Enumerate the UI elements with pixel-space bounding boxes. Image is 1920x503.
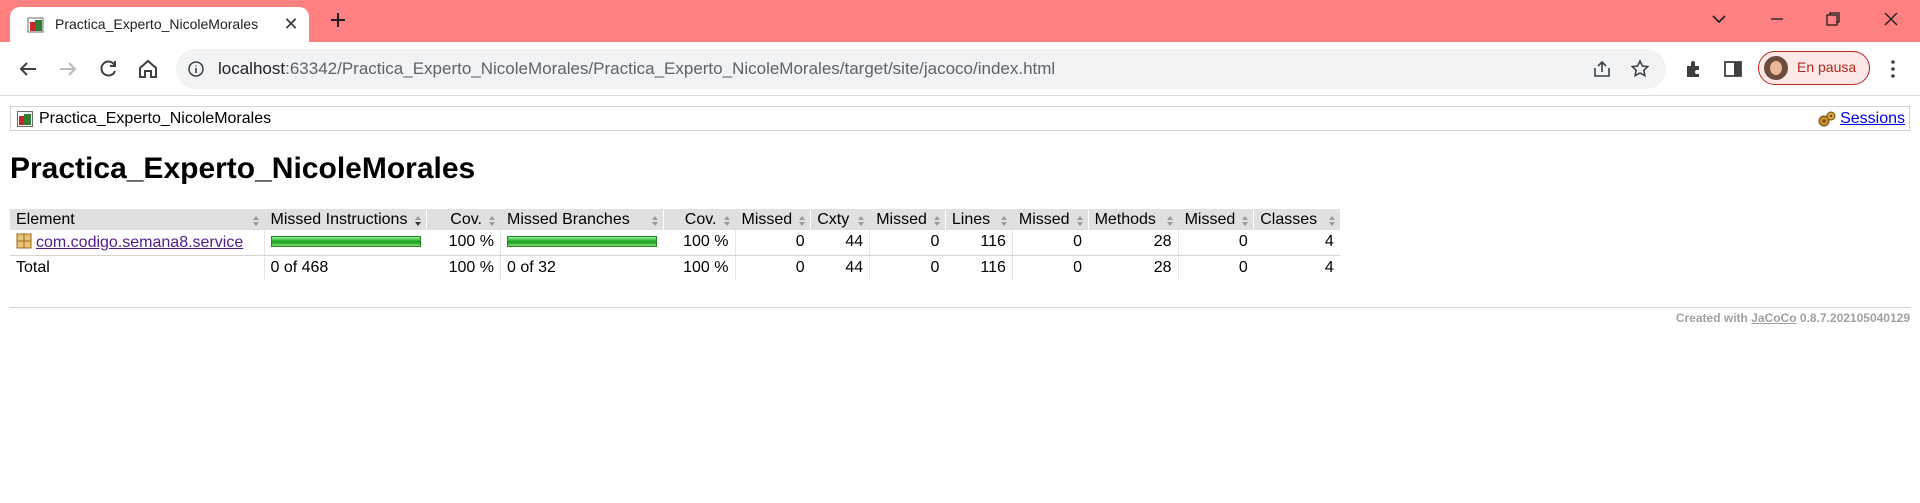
- breadcrumb-label: Practica_Experto_NicoleMorales: [39, 110, 272, 127]
- col-element-header[interactable]: Element: [10, 209, 264, 230]
- col-lines-header[interactable]: Lines: [944, 209, 1013, 230]
- total-missed-cxty: 0: [734, 255, 811, 280]
- minimize-icon[interactable]: [1766, 8, 1788, 30]
- close-window-icon[interactable]: [1880, 8, 1902, 30]
- total-missed-branches: 0 of 32: [500, 255, 663, 280]
- total-row: Total 0 of 468 100 % 0 of 32 100 % 0 44 …: [10, 255, 1340, 280]
- browser-toolbar: localhost:63342/Practica_Experto_NicoleM…: [0, 42, 1920, 96]
- sessions-link[interactable]: Sessions: [1840, 110, 1905, 128]
- browser-tab[interactable]: Practica_Experto_NicoleMorales ✕: [10, 7, 309, 42]
- sort-icon: [723, 215, 730, 226]
- footer-version: 0.8.7.202105040129: [1799, 311, 1910, 325]
- total-label: Total: [16, 258, 50, 276]
- sort-icon: [1242, 215, 1249, 226]
- sessions-icon[interactable]: [1817, 110, 1837, 128]
- side-panel-icon[interactable]: [1722, 58, 1744, 80]
- breadcrumb: Practica_Experto_NicoleMorales Sessions: [10, 106, 1910, 131]
- missed-methods-cell: 0: [1011, 230, 1089, 256]
- col-missed-methods-header[interactable]: Missed: [1011, 209, 1089, 230]
- footer-prefix: Created with: [1675, 311, 1748, 325]
- new-tab-icon[interactable]: [326, 8, 350, 32]
- extensions-puzzle-icon[interactable]: [1683, 58, 1705, 80]
- sort-icon: [1076, 215, 1083, 226]
- profile-status-label: En pausa: [1797, 59, 1857, 75]
- tab-search-icon[interactable]: [1708, 8, 1730, 30]
- col-cov1-header[interactable]: Cov.: [426, 209, 501, 230]
- total-cov1: 100 %: [448, 258, 494, 276]
- missed-lines-cell: 0: [869, 230, 946, 256]
- browser-menu-icon[interactable]: [1882, 58, 1904, 80]
- col-classes-header[interactable]: Classes: [1253, 209, 1340, 230]
- cov2-cell: 100 %: [663, 230, 735, 256]
- missed-cxty-cell: 0: [734, 230, 811, 256]
- sort-icon: [858, 215, 865, 226]
- branches-coverage-bar: [507, 236, 657, 248]
- title-bar: Practica_Experto_NicoleMorales ✕: [0, 0, 1920, 42]
- methods-cell: 28: [1088, 230, 1179, 256]
- sort-icon: [1000, 215, 1007, 226]
- forward-arrow-icon[interactable]: [56, 57, 80, 81]
- total-missed-classes: 0: [1177, 255, 1254, 280]
- back-arrow-icon[interactable]: [16, 57, 40, 81]
- site-info-icon[interactable]: [188, 61, 204, 77]
- report-icon: [17, 111, 33, 127]
- total-cxty: 44: [845, 258, 864, 276]
- package-link[interactable]: com.codigo.semana8.service: [36, 234, 243, 251]
- tab-close-icon[interactable]: ✕: [282, 15, 300, 33]
- total-missed-lines: 0: [869, 255, 946, 280]
- cxty-cell: 44: [810, 230, 870, 256]
- col-missed-lines-header[interactable]: Missed: [869, 209, 946, 230]
- footer: Created with JaCoCo 0.8.7.202105040129: [1676, 311, 1910, 325]
- col-missed-cxty-header[interactable]: Missed: [734, 209, 811, 230]
- total-missed-methods: 0: [1011, 255, 1089, 280]
- coverage-table: Element Missed Instructions Cov. Missed …: [10, 209, 1340, 280]
- table-row: com.codigo.semana8.service 100 % 100 % 0…: [10, 230, 1340, 256]
- col-missed-branches-header[interactable]: Missed Branches: [500, 209, 663, 230]
- home-icon[interactable]: [136, 57, 160, 81]
- lines-cell: 116: [945, 230, 1013, 256]
- tab-title: Practica_Experto_NicoleMorales: [55, 16, 259, 32]
- sort-icon: [1328, 215, 1335, 226]
- col-cxty-header[interactable]: Cxty: [810, 209, 870, 230]
- sort-icon: [933, 215, 940, 226]
- total-missed-instructions: 0 of 468: [263, 255, 427, 280]
- missed-classes-cell: 0: [1177, 230, 1254, 256]
- url-text[interactable]: localhost:63342/Practica_Experto_NicoleM…: [218, 59, 1055, 79]
- package-icon: [16, 233, 32, 249]
- total-classes: 4: [1324, 258, 1334, 276]
- total-cov2: 100 %: [683, 258, 729, 276]
- sort-icon: [799, 215, 806, 226]
- avatar: [1764, 56, 1788, 80]
- footer-divider: [10, 307, 1910, 308]
- col-missed-classes-header[interactable]: Missed: [1177, 209, 1254, 230]
- total-methods: 28: [1153, 258, 1172, 276]
- classes-cell: 4: [1253, 230, 1340, 256]
- restore-icon[interactable]: [1822, 8, 1844, 30]
- profile-button[interactable]: En pausa: [1758, 51, 1870, 85]
- total-lines: 116: [980, 258, 1006, 276]
- report-favicon-icon: [27, 17, 44, 33]
- address-bar[interactable]: localhost:63342/Practica_Experto_NicoleM…: [176, 49, 1666, 89]
- missed-instructions-cell: [263, 230, 427, 256]
- col-methods-header[interactable]: Methods: [1087, 209, 1179, 230]
- element-cell[interactable]: com.codigo.semana8.service: [10, 230, 264, 256]
- jacoco-link[interactable]: JaCoCo: [1751, 311, 1796, 325]
- reload-icon[interactable]: [96, 57, 120, 81]
- bookmark-star-icon[interactable]: [1630, 59, 1650, 79]
- col-cov2-header[interactable]: Cov.: [662, 209, 735, 230]
- missed-branches-cell: [500, 230, 663, 256]
- col-missed-instructions-header[interactable]: Missed Instructions: [263, 209, 427, 230]
- sort-icon: [651, 215, 658, 226]
- sort-descending-icon: [415, 215, 421, 226]
- sort-icon: [489, 215, 495, 226]
- instructions-coverage-bar: [270, 236, 421, 248]
- page-content: Practica_Experto_NicoleMorales Sessions …: [0, 97, 1920, 503]
- cov1-cell: 100 %: [426, 230, 501, 256]
- table-header-row: Element Missed Instructions Cov. Missed …: [10, 209, 1340, 230]
- page-title: Practica_Experto_NicoleMorales: [10, 152, 476, 185]
- sort-icon: [1166, 215, 1173, 226]
- sort-icon: [252, 215, 259, 226]
- share-icon[interactable]: [1592, 59, 1612, 79]
